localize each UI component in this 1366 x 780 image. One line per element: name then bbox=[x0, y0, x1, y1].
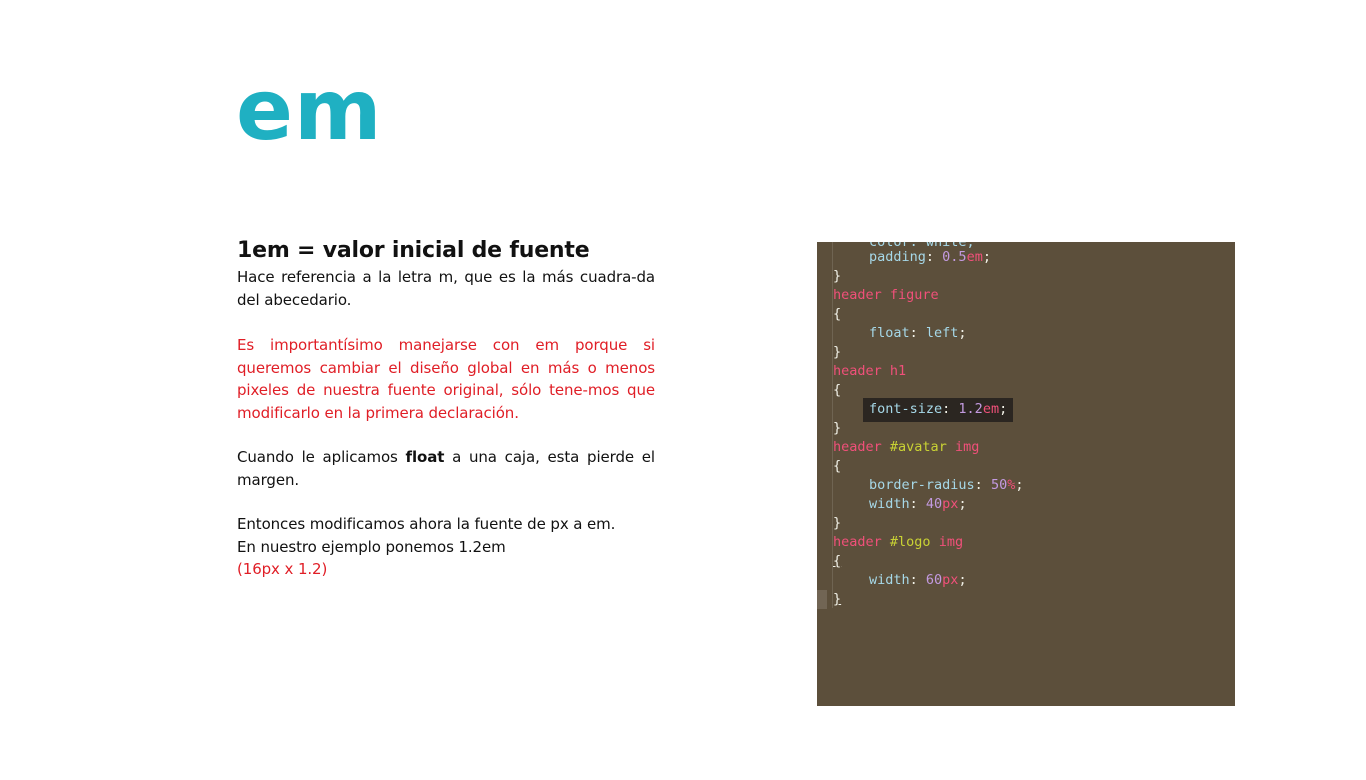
code-property: width bbox=[869, 496, 910, 512]
code-line: { bbox=[833, 305, 841, 324]
code-line: { bbox=[833, 552, 841, 571]
code-line: { bbox=[833, 381, 841, 400]
code-number: 60 bbox=[925, 572, 943, 588]
code-line: } bbox=[833, 590, 841, 609]
slide-title: em bbox=[236, 61, 383, 159]
code-unit: px bbox=[942, 496, 959, 512]
code-brace: } bbox=[833, 344, 842, 360]
section-heading: 1em = valor inicial de fuente bbox=[237, 238, 590, 263]
code-line: width: 40px; bbox=[869, 496, 967, 512]
line-marker bbox=[817, 590, 827, 609]
code-selector: header figure bbox=[833, 287, 939, 303]
code-brace: { bbox=[833, 458, 842, 474]
code-line: header #logo img bbox=[833, 533, 963, 552]
paragraph-float: Cuando le aplicamos float a una caja, es… bbox=[237, 446, 655, 491]
code-highlight: font-size: 1.2em; bbox=[863, 398, 1014, 422]
code-property: border-radius bbox=[869, 477, 975, 493]
code-brace: } bbox=[833, 268, 842, 284]
code-brace: } bbox=[833, 515, 842, 531]
code-line: width: 60px; bbox=[869, 572, 967, 588]
indent-guide bbox=[832, 242, 833, 608]
code-line: } bbox=[833, 267, 841, 286]
code-line: float: left; bbox=[869, 325, 967, 341]
code-screenshot: color: white; padding: 0.5em; } header f… bbox=[817, 242, 1235, 706]
code-brace: { bbox=[833, 306, 842, 322]
code-line: } bbox=[833, 343, 841, 362]
code-unit: em bbox=[966, 249, 983, 265]
code-property: font-size bbox=[869, 401, 943, 417]
code-unit: em bbox=[982, 401, 1000, 417]
code-number: 1.2 bbox=[958, 401, 983, 417]
paragraph-definition: Hace referencia a la letra m, que es la … bbox=[237, 268, 655, 309]
paragraph-importance: Es importantísimo manejarse con em porqu… bbox=[237, 336, 655, 422]
code-selector: header h1 bbox=[833, 363, 907, 379]
code-property: padding bbox=[869, 249, 926, 265]
code-id-selector: #avatar bbox=[889, 439, 947, 455]
code-number: 40 bbox=[925, 496, 943, 512]
code-line-highlighted: font-size: 1.2em; bbox=[833, 398, 1014, 422]
code-brace: { bbox=[833, 553, 842, 569]
code-line: header h1 bbox=[833, 362, 906, 381]
code-line: } bbox=[833, 419, 841, 438]
code-selector: img bbox=[954, 439, 980, 455]
example-line-3: (16px x 1.2) bbox=[237, 560, 328, 578]
code-unit: px bbox=[942, 572, 959, 588]
code-selector: img bbox=[938, 534, 964, 550]
code-line: header figure bbox=[833, 286, 939, 305]
code-selector: header bbox=[833, 439, 882, 455]
code-id-selector: #logo bbox=[889, 534, 931, 550]
float-keyword: float bbox=[405, 448, 445, 466]
code-property: width bbox=[869, 572, 910, 588]
code-number: 0.5 bbox=[942, 249, 967, 265]
example-line-2: En nuestro ejemplo ponemos 1.2em bbox=[237, 537, 506, 556]
code-property: float bbox=[869, 325, 910, 341]
float-text-before: Cuando le aplicamos bbox=[237, 448, 406, 466]
code-value: left bbox=[925, 325, 959, 341]
code-line: border-radius: 50%; bbox=[869, 477, 1024, 493]
text-column: 1em = valor inicial de fuente Hace refer… bbox=[237, 236, 655, 603]
code-brace: } bbox=[833, 591, 842, 607]
code-line: { bbox=[833, 457, 841, 476]
code-line: } bbox=[833, 514, 841, 533]
code-line: header #avatar img bbox=[833, 438, 979, 457]
example-line-1: Entonces modificamos ahora la fuente de … bbox=[237, 515, 616, 533]
code-line: padding: 0.5em; bbox=[869, 249, 991, 265]
code-selector: header bbox=[833, 534, 882, 550]
code-brace: } bbox=[833, 420, 842, 436]
paragraph-example: Entonces modificamos ahora la fuente de … bbox=[237, 513, 655, 581]
code-number: 50 bbox=[990, 477, 1008, 493]
code-brace: { bbox=[833, 382, 842, 398]
